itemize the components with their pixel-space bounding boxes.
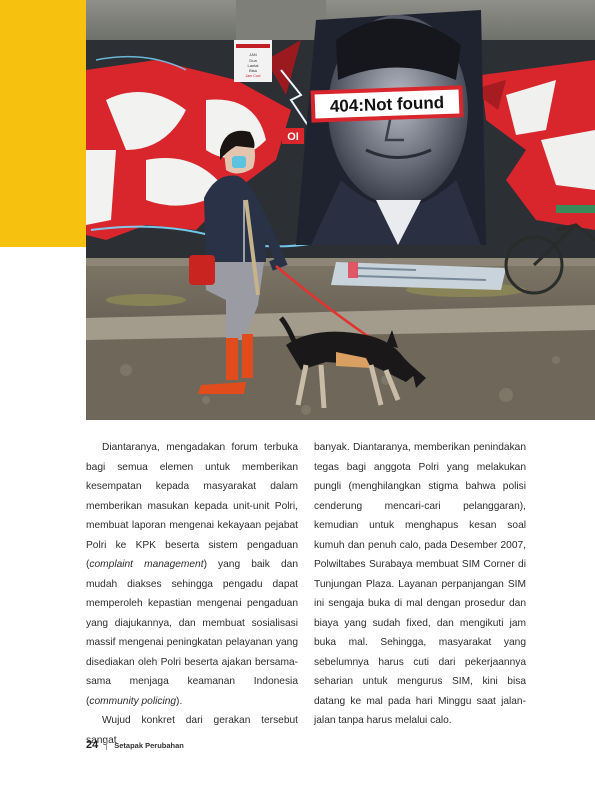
yellow-accent-band <box>0 0 86 247</box>
paragraph-text: Diantaranya, mengadakan forum terbuka ba… <box>86 442 298 570</box>
graffiti-scene: JAN Dua Lantai Bisa Jam Cuci 404:Not fou… <box>86 0 595 420</box>
right-text-column: banyak. Diantaranya, memberikan penindak… <box>314 438 526 731</box>
emphasis-text: complaint management <box>89 559 204 570</box>
paragraph-continuation: banyak. Diantaranya, memberikan penindak… <box>314 442 526 726</box>
footer-divider <box>106 740 108 750</box>
emphasis-text: community policing <box>89 695 177 707</box>
paragraph-text: ) yang baik dan mudah diakses sehingga p… <box>86 559 298 707</box>
paragraph-1: Diantaranya, mengadakan forum terbuka ba… <box>86 438 298 711</box>
graffiti-photo: JAN Dua Lantai Bisa Jam Cuci 404:Not fou… <box>86 0 595 420</box>
poster-line: Bisa <box>249 68 258 73</box>
page-number: 24 <box>86 739 99 751</box>
page-footer: 24 Setapak Perubahan <box>86 738 184 752</box>
poster-line: Jam Cuci <box>246 74 261 78</box>
left-text-column: Diantaranya, mengadakan forum terbuka ba… <box>86 438 298 750</box>
section-title: Setapak Perubahan <box>114 740 184 750</box>
tag-text: OI <box>287 131 299 143</box>
paragraph-text: ). <box>176 695 183 707</box>
poster-line: JAN <box>249 52 257 57</box>
banner-text: 404:Not found <box>330 93 445 116</box>
